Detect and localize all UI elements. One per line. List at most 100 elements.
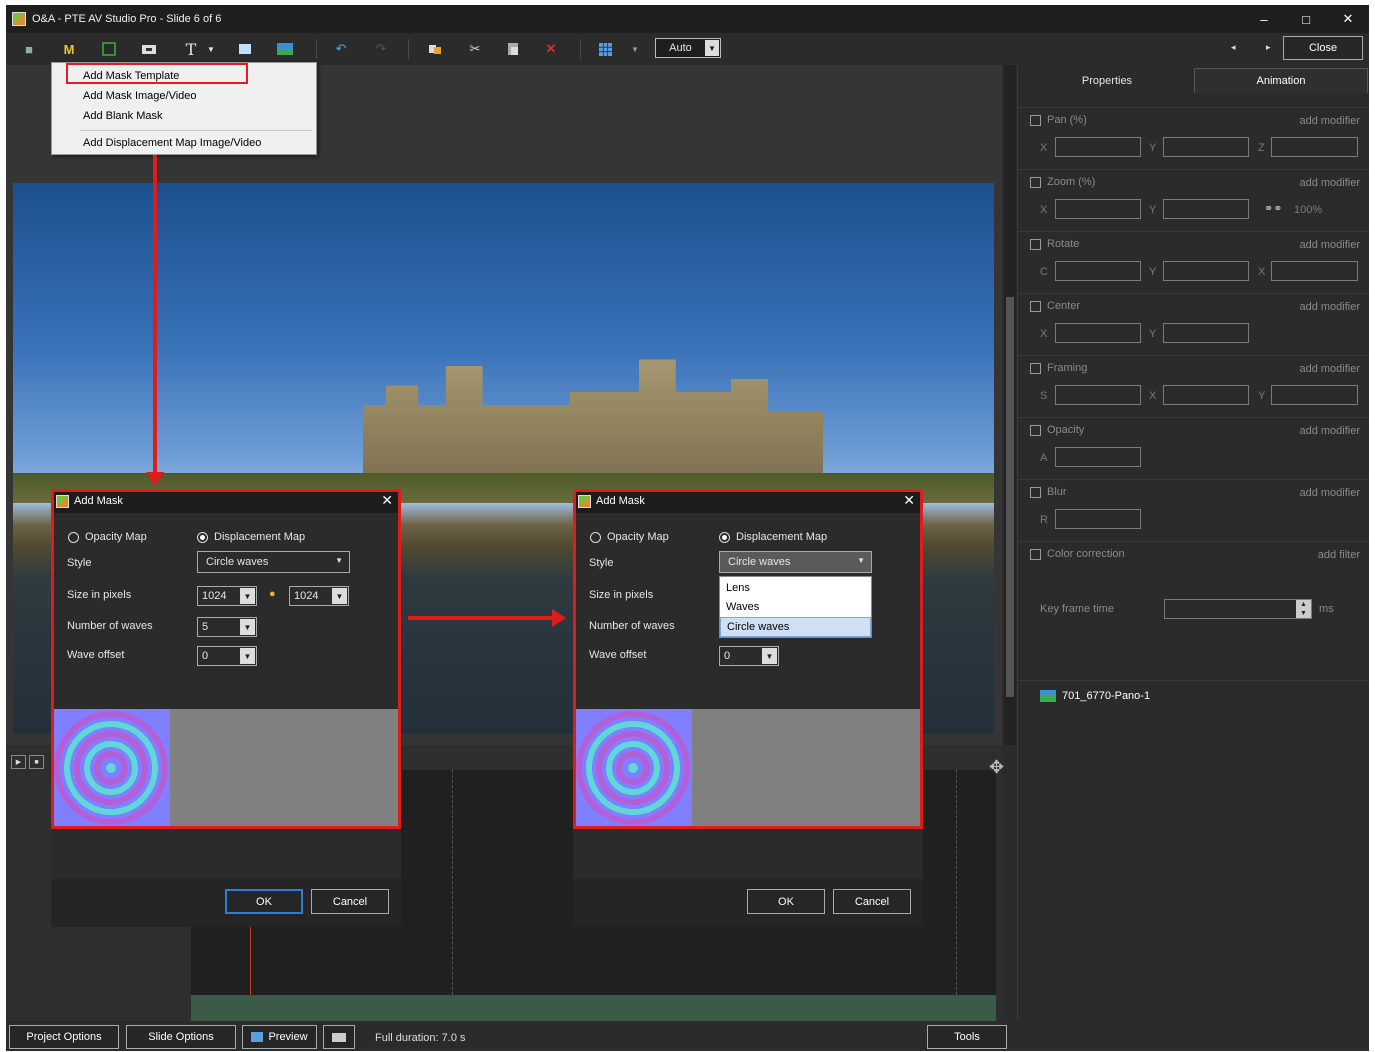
window-close-button[interactable]: ✕: [1327, 5, 1369, 33]
pan-add-modifier[interactable]: add modifier: [1299, 115, 1360, 127]
video-object-icon[interactable]: [140, 41, 158, 57]
cancel-button[interactable]: Cancel: [311, 889, 389, 914]
zoom-header[interactable]: Zoom (%): [1030, 176, 1095, 188]
ok-button[interactable]: OK: [747, 889, 825, 914]
zoom-combo[interactable]: Auto ▼: [655, 38, 721, 58]
rectangle-icon[interactable]: [236, 41, 254, 57]
mask-button[interactable]: M: [60, 41, 78, 57]
close-button[interactable]: Close: [1283, 36, 1363, 60]
text-button[interactable]: T: [182, 40, 200, 59]
size-width-field[interactable]: 1024 ▼: [197, 586, 257, 606]
menu-item-add-displacement-map[interactable]: Add Displacement Map Image/Video: [83, 137, 261, 149]
ok-button[interactable]: OK: [225, 889, 303, 914]
stop-icon[interactable]: ■: [29, 755, 44, 769]
framing-checkbox[interactable]: [1030, 362, 1041, 374]
image-icon[interactable]: [276, 41, 294, 57]
rotate-x-field[interactable]: [1271, 261, 1358, 281]
opacity-a-field[interactable]: [1055, 447, 1141, 467]
chevron-down-icon[interactable]: ▼: [240, 619, 255, 635]
dialog-close-icon[interactable]: ✕: [381, 492, 393, 509]
pan-checkbox[interactable]: [1030, 114, 1041, 126]
opacity-map-radio[interactable]: Opacity Map: [68, 531, 147, 543]
camera-icon[interactable]: ■: [20, 41, 38, 57]
displacement-map-radio[interactable]: Displacement Map: [197, 531, 305, 543]
pan-y-field[interactable]: [1163, 137, 1249, 157]
menu-item-add-blank-mask[interactable]: Add Blank Mask: [83, 110, 162, 122]
center-x-field[interactable]: [1055, 323, 1141, 343]
color-correction-add-filter[interactable]: add filter: [1318, 549, 1360, 561]
link-icon[interactable]: ⚭⚭: [1264, 202, 1282, 215]
rotate-header[interactable]: Rotate: [1030, 238, 1079, 250]
copy-icon[interactable]: [426, 41, 444, 57]
scrollbar-thumb[interactable]: [1006, 297, 1014, 697]
center-add-modifier[interactable]: add modifier: [1299, 301, 1360, 313]
rotate-c-field[interactable]: [1055, 261, 1141, 281]
blur-header[interactable]: Blur: [1030, 486, 1067, 498]
dialog-close-icon[interactable]: ✕: [903, 492, 915, 509]
waves-field[interactable]: 5 ▼: [197, 617, 257, 637]
opacity-add-modifier[interactable]: add modifier: [1299, 425, 1360, 437]
preview-button[interactable]: Preview: [242, 1025, 317, 1049]
grid-dropdown-icon[interactable]: ▼: [626, 41, 644, 57]
center-checkbox[interactable]: [1030, 300, 1041, 312]
tab-properties[interactable]: Properties: [1032, 68, 1182, 93]
keyframe-spin-icon[interactable]: ▲ ▼: [1296, 600, 1311, 618]
undo-icon[interactable]: ↶: [332, 41, 350, 57]
list-item[interactable]: Lens: [720, 578, 871, 598]
redo-icon[interactable]: ↷: [372, 41, 390, 57]
blur-add-modifier[interactable]: add modifier: [1299, 487, 1360, 499]
center-header[interactable]: Center: [1030, 300, 1080, 312]
zoom-add-modifier[interactable]: add modifier: [1299, 177, 1360, 189]
rotate-checkbox[interactable]: [1030, 238, 1041, 250]
zoom-x-field[interactable]: [1055, 199, 1141, 219]
opacity-map-radio[interactable]: Opacity Map: [590, 531, 669, 543]
framing-y-field[interactable]: [1271, 385, 1358, 405]
list-item[interactable]: 701_6770-Pano-1: [1040, 690, 1150, 702]
delete-icon[interactable]: ✕: [542, 41, 560, 57]
menu-item-add-mask-image-video[interactable]: Add Mask Image/Video: [83, 90, 197, 102]
cancel-button[interactable]: Cancel: [833, 889, 911, 914]
blur-r-field[interactable]: [1055, 509, 1141, 529]
pan-z-field[interactable]: [1271, 137, 1358, 157]
cut-icon[interactable]: ✂: [466, 41, 484, 57]
zoom-y-field[interactable]: [1163, 199, 1249, 219]
list-item[interactable]: Waves: [720, 597, 871, 617]
framing-add-modifier[interactable]: add modifier: [1299, 363, 1360, 375]
rotate-add-modifier[interactable]: add modifier: [1299, 239, 1360, 251]
chevron-down-icon[interactable]: ▼: [240, 648, 255, 664]
blur-checkbox[interactable]: [1030, 486, 1041, 498]
chevron-down-icon[interactable]: ▼: [240, 588, 255, 604]
pan-x-field[interactable]: [1055, 137, 1141, 157]
opacity-checkbox[interactable]: [1030, 424, 1041, 436]
lock-icon[interactable]: ●: [269, 588, 276, 600]
play-icon[interactable]: ▶: [11, 755, 26, 769]
framing-s-field[interactable]: [1055, 385, 1141, 405]
center-y-field[interactable]: [1163, 323, 1249, 343]
grid-icon[interactable]: [596, 41, 614, 57]
color-correction-header[interactable]: Color correction: [1030, 548, 1125, 560]
opacity-header[interactable]: Opacity: [1030, 424, 1084, 436]
offset-field[interactable]: 0 ▼: [719, 646, 779, 666]
chevron-down-icon[interactable]: ▼: [762, 648, 777, 664]
framing-x-field[interactable]: [1163, 385, 1249, 405]
slide-nav-arrows[interactable]: ◂ ▸: [1231, 42, 1285, 53]
rotate-y-field[interactable]: [1163, 261, 1249, 281]
minimize-button[interactable]: –: [1243, 5, 1285, 33]
paste-icon[interactable]: [504, 41, 522, 57]
style-select[interactable]: Circle waves ▼: [719, 551, 872, 573]
maximize-button[interactable]: □: [1285, 5, 1327, 33]
list-item-selected[interactable]: Circle waves: [720, 617, 871, 637]
framing-header[interactable]: Framing: [1030, 362, 1087, 374]
zoom-checkbox[interactable]: [1030, 176, 1041, 188]
project-options-button[interactable]: Project Options: [9, 1025, 119, 1049]
slide-options-button[interactable]: Slide Options: [126, 1025, 236, 1049]
text-dropdown-icon[interactable]: ▼: [202, 41, 220, 57]
video-preview-button[interactable]: [323, 1025, 355, 1049]
workarea-scrollbar[interactable]: [1004, 65, 1016, 745]
chevron-down-icon[interactable]: ▼: [705, 40, 719, 56]
tab-animation[interactable]: Animation: [1194, 68, 1368, 93]
color-correction-checkbox[interactable]: [1030, 548, 1041, 560]
offset-field[interactable]: 0 ▼: [197, 646, 257, 666]
audio-track[interactable]: [191, 995, 996, 1021]
move-icon[interactable]: ✥: [989, 757, 1004, 778]
